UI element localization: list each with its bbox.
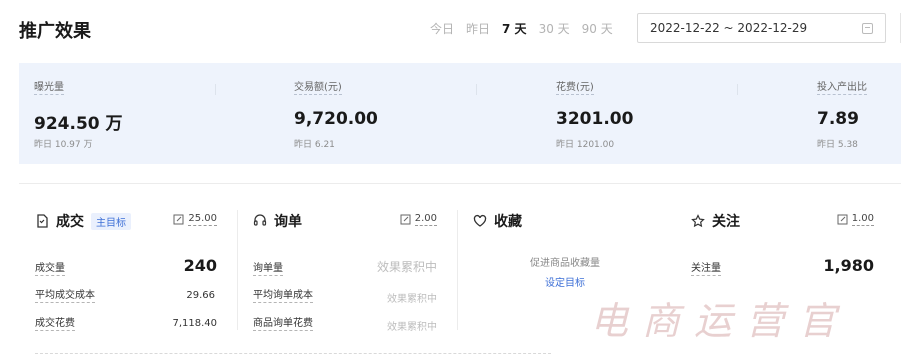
row-label: 成交花费 xyxy=(35,318,75,331)
calendar-icon[interactable] xyxy=(862,23,873,34)
date-range-picker[interactable]: 2022-12-22 ~ 2022-12-29 xyxy=(637,13,886,43)
row-value: 7,118.40 xyxy=(172,318,217,329)
metric-value: 924.50 万 xyxy=(34,114,123,134)
row-label: 询单量 xyxy=(253,263,283,276)
summary-panel: 曝光量 924.50 万 昨日 10.97 万 交易额(元) 9,720.00 … xyxy=(19,63,901,164)
row-label: 平均询单成本 xyxy=(253,290,313,303)
row-value: 效果累积中 xyxy=(387,294,437,305)
metric-label: 投入产出比 xyxy=(817,82,867,95)
star-icon xyxy=(691,214,705,228)
divider xyxy=(476,84,477,95)
metric-label: 曝光量 xyxy=(34,82,64,95)
page-title: 推广效果 xyxy=(19,21,91,42)
metric-yesterday: 昨日 10.97 万 xyxy=(34,140,93,150)
favorite-card-header: 收藏 xyxy=(473,211,522,231)
range-tab-7-days[interactable]: 7 天 xyxy=(502,20,527,37)
row-value: 1,980 xyxy=(823,256,874,275)
row-label: 平均成交成本 xyxy=(35,290,95,303)
deal-bid-edit[interactable]: 25.00 xyxy=(173,213,217,226)
inquiry-bid-value: 2.00 xyxy=(414,213,437,226)
deal-card-header: 成交 主目标 xyxy=(35,211,131,231)
date-range-tabs: 今日 昨日 7 天 30 天 90 天 xyxy=(430,20,613,37)
divider xyxy=(737,84,738,95)
range-tab-yesterday[interactable]: 昨日 xyxy=(466,20,490,37)
deal-card: 成交 主目标 25.00 成交量 240 平均成交成本 29.66 成交花费 7… xyxy=(35,205,217,335)
row-label: 关注量 xyxy=(691,263,721,276)
row-label: 成交量 xyxy=(35,263,65,276)
divider xyxy=(215,84,216,95)
metric-value: 7.89 xyxy=(817,109,859,129)
deal-bid-value: 25.00 xyxy=(188,213,217,226)
metric-yesterday: 昨日 6.21 xyxy=(294,140,335,150)
row-value: 效果累积中 xyxy=(387,322,437,333)
follow-bid-edit[interactable]: 1.00 xyxy=(837,213,874,226)
date-range-value: 2022-12-22 ~ 2022-12-29 xyxy=(650,21,808,35)
range-tab-30-days[interactable]: 30 天 xyxy=(539,20,570,37)
metric-label: 花费(元) xyxy=(556,82,594,95)
follow-bid-value: 1.00 xyxy=(851,213,874,226)
follow-card-title: 关注 xyxy=(712,214,740,230)
primary-goal-badge: 主目标 xyxy=(91,212,131,230)
inquiry-card-header: 询单 xyxy=(253,211,302,231)
row-value: 29.66 xyxy=(186,290,215,301)
favorite-hint: 促进商品收藏量 xyxy=(530,258,600,269)
edit-icon[interactable] xyxy=(837,214,848,225)
favorite-card-title: 收藏 xyxy=(494,214,522,230)
inquiry-bid-edit[interactable]: 2.00 xyxy=(400,213,437,226)
row-label: 商品询单花费 xyxy=(253,318,313,331)
metric-value: 9,720.00 xyxy=(294,109,378,129)
metric-label: 交易额(元) xyxy=(294,82,342,95)
edit-icon[interactable] xyxy=(400,214,411,225)
divider xyxy=(237,210,238,330)
document-icon xyxy=(37,214,48,228)
heart-icon xyxy=(473,214,487,227)
headset-icon xyxy=(253,214,267,226)
row-value: 240 xyxy=(183,256,217,275)
range-tab-90-days[interactable]: 90 天 xyxy=(582,20,613,37)
header: 推广效果 今日 昨日 7 天 30 天 90 天 2022-12-22 ~ 20… xyxy=(0,0,901,58)
metric-yesterday: 昨日 1201.00 xyxy=(556,140,615,150)
follow-card-header: 关注 xyxy=(691,211,740,231)
row-value: 效果累积中 xyxy=(376,260,437,274)
divider xyxy=(19,183,901,184)
set-goal-link[interactable]: 设定目标 xyxy=(545,274,585,289)
inquiry-card-title: 询单 xyxy=(274,214,302,230)
metric-yesterday: 昨日 5.38 xyxy=(817,140,858,150)
edit-icon[interactable] xyxy=(173,214,184,225)
metric-value: 3201.00 xyxy=(556,109,634,129)
divider xyxy=(457,210,458,330)
watermark: 电商运营官 xyxy=(590,299,851,343)
deal-card-title: 成交 xyxy=(56,214,84,230)
inquiry-card: 询单 2.00 询单量 效果累积中 平均询单成本 效果累积中 商品询单花费 效果… xyxy=(253,205,437,335)
range-tab-today[interactable]: 今日 xyxy=(430,20,454,37)
divider xyxy=(35,353,551,354)
